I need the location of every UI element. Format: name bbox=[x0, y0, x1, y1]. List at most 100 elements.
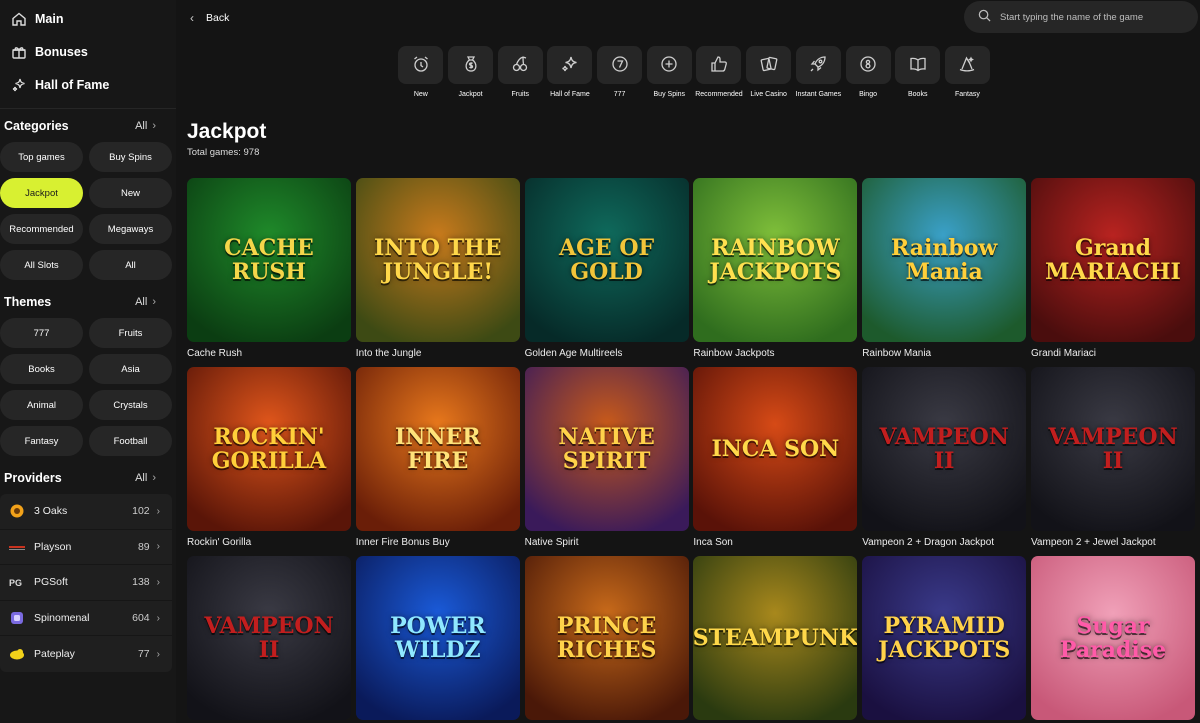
game-thumbnail[interactable]: ROCKIN' GORILLA bbox=[187, 367, 351, 531]
nav-bonuses-label: Bonuses bbox=[35, 44, 88, 59]
categories-all-link[interactable]: All › bbox=[135, 120, 156, 132]
game-card[interactable]: CACHE RUSH Cache Rush bbox=[187, 178, 351, 359]
book-icon bbox=[908, 54, 928, 77]
game-thumbnail[interactable]: INCA SON bbox=[693, 367, 858, 531]
sidebar: Main Bonuses Hall of Fame Categories All… bbox=[0, 0, 176, 723]
game-card[interactable]: INNER FIRE Inner Fire Bonus Buy bbox=[355, 367, 520, 548]
tab-fruits[interactable]: Fruits bbox=[495, 46, 545, 100]
game-thumbnail[interactable]: Rainbow Mania bbox=[862, 178, 1027, 342]
game-card[interactable]: Sugar Paradise bbox=[1031, 556, 1195, 720]
game-card[interactable]: VAMPEON II bbox=[187, 556, 351, 720]
main-nav: Main Bonuses Hall of Fame bbox=[0, 0, 176, 101]
provider-name: Pateplay bbox=[34, 648, 75, 661]
chip-megaways[interactable]: Megaways bbox=[89, 214, 172, 244]
tab-fantasy-label: Fantasy bbox=[954, 91, 980, 98]
nav-bonuses[interactable]: Bonuses bbox=[0, 35, 176, 68]
game-thumbnail[interactable]: VAMPEON II bbox=[862, 367, 1027, 531]
game-card[interactable]: Grand MARIACHI Grandi Mariaci bbox=[1031, 178, 1195, 359]
game-thumbnail[interactable]: PRINCE RICHES bbox=[524, 556, 689, 720]
game-thumbnail[interactable]: INTO THE JUNGLE! bbox=[355, 178, 520, 342]
tab-bingo[interactable]: Bingo bbox=[843, 46, 893, 100]
game-card[interactable]: INCA SON Inca Son bbox=[693, 367, 858, 548]
providers-all-link[interactable]: All › bbox=[135, 472, 156, 484]
game-card[interactable]: RAINBOW JACKPOTS Rainbow Jackpots bbox=[693, 178, 858, 359]
category-strip: New Jackpot Fruits Hall of Fame 777 Buy … bbox=[396, 46, 992, 100]
provider-playson[interactable]: Playson 89 › bbox=[0, 530, 172, 566]
game-card[interactable]: NATIVE SPIRIT Native Spirit bbox=[524, 367, 689, 548]
themes-all-link[interactable]: All › bbox=[135, 296, 156, 308]
provider-spinomenal[interactable]: Spinomenal 604 › bbox=[0, 601, 172, 637]
game-card[interactable]: ROCKIN' GORILLA Rockin' Gorilla bbox=[187, 367, 351, 548]
game-thumbnail[interactable]: Grand MARIACHI bbox=[1031, 178, 1195, 342]
tab-new[interactable]: New bbox=[396, 46, 446, 100]
game-card[interactable]: POWER WILDZ bbox=[355, 556, 520, 720]
game-card[interactable]: Rainbow Mania Rainbow Mania bbox=[862, 178, 1027, 359]
tab-777[interactable]: 777 bbox=[595, 46, 645, 100]
game-card[interactable]: INTO THE JUNGLE! Into the Jungle bbox=[355, 178, 520, 359]
game-card[interactable]: PYRAMID JACKPOTS bbox=[862, 556, 1027, 720]
chip-recommended[interactable]: Recommended bbox=[0, 214, 83, 244]
game-thumbnail[interactable]: VAMPEON II bbox=[1031, 367, 1195, 531]
chip-new[interactable]: New bbox=[89, 178, 172, 208]
tab-jackpot-label: Jackpot bbox=[458, 91, 483, 98]
chip-crystals[interactable]: Crystals bbox=[89, 390, 172, 420]
game-title: Rainbow Jackpots bbox=[693, 348, 775, 359]
chip-buy-spins[interactable]: Buy Spins bbox=[89, 142, 172, 172]
provider-pgsoft[interactable]: PG PGSoft 138 › bbox=[0, 565, 172, 601]
game-thumbnail[interactable]: PYRAMID JACKPOTS bbox=[862, 556, 1027, 720]
tab-recommended[interactable]: Recommended bbox=[694, 46, 744, 100]
tab-jackpot[interactable]: Jackpot bbox=[446, 46, 496, 100]
game-thumbnail[interactable]: POWER WILDZ bbox=[355, 556, 520, 720]
chip-asia[interactable]: Asia bbox=[89, 354, 172, 384]
game-card[interactable]: VAMPEON II Vampeon 2 + Dragon Jackpot bbox=[862, 367, 1027, 548]
game-card[interactable]: VAMPEON II Vampeon 2 + Jewel Jackpot bbox=[1031, 367, 1195, 548]
chip-top-games[interactable]: Top games bbox=[0, 142, 83, 172]
nav-hall-of-fame[interactable]: Hall of Fame bbox=[0, 68, 176, 101]
tab-777-box bbox=[597, 46, 643, 84]
themes-all-label: All bbox=[135, 296, 148, 308]
tab-fruits-label: Fruits bbox=[511, 91, 529, 98]
game-card[interactable]: AGE OF GOLD Golden Age Multireels bbox=[524, 178, 689, 359]
chip-all-slots[interactable]: All Slots bbox=[0, 250, 83, 280]
sparkle-icon bbox=[560, 54, 580, 77]
chip-777[interactable]: 777 bbox=[0, 318, 83, 348]
chip-fantasy[interactable]: Fantasy bbox=[0, 426, 83, 456]
game-thumbnail[interactable]: Sugar Paradise bbox=[1031, 556, 1195, 720]
tab-books[interactable]: Books bbox=[893, 46, 943, 100]
game-card[interactable]: PRINCE RICHES bbox=[524, 556, 689, 720]
provider-pateplay[interactable]: Pateplay 77 › bbox=[0, 636, 172, 672]
chip-fruits[interactable]: Fruits bbox=[89, 318, 172, 348]
nav-main[interactable]: Main bbox=[0, 2, 176, 35]
tab-live-casino[interactable]: Live Casino bbox=[744, 46, 794, 100]
search-input[interactable] bbox=[1000, 11, 1180, 23]
tab-books-label: Books bbox=[907, 91, 928, 98]
tab-buy-spins[interactable]: Buy Spins bbox=[644, 46, 694, 100]
chip-all[interactable]: All bbox=[89, 250, 172, 280]
game-thumbnail[interactable]: INNER FIRE bbox=[355, 367, 520, 531]
game-logo-text: VAMPEON II bbox=[1048, 424, 1178, 474]
game-thumbnail[interactable]: CACHE RUSH bbox=[187, 178, 351, 342]
tab-hall-of-fame[interactable]: Hall of Fame bbox=[545, 46, 595, 100]
tab-fantasy[interactable]: Fantasy bbox=[943, 46, 993, 100]
playson-logo-icon bbox=[8, 540, 26, 554]
tab-recommended-label: Recommended bbox=[695, 91, 743, 98]
search-bar[interactable] bbox=[964, 1, 1198, 33]
game-thumbnail[interactable]: RAINBOW JACKPOTS bbox=[693, 178, 858, 342]
provider-name: Playson bbox=[34, 540, 72, 553]
back-button[interactable]: ‹ Back bbox=[190, 9, 229, 27]
provider-3-oaks[interactable]: 3 Oaks 102 › bbox=[0, 494, 172, 530]
game-logo-text: Sugar Paradise bbox=[1059, 613, 1167, 663]
game-thumbnail[interactable]: VAMPEON II bbox=[187, 556, 351, 720]
game-thumbnail[interactable]: NATIVE SPIRIT bbox=[524, 367, 689, 531]
chip-books[interactable]: Books bbox=[0, 354, 83, 384]
game-card[interactable]: STEAMPUNK bbox=[693, 556, 858, 720]
game-thumbnail[interactable]: STEAMPUNK bbox=[693, 556, 858, 720]
tab-bingo-label: Bingo bbox=[859, 91, 877, 98]
tab-hall-of-fame-box bbox=[547, 46, 593, 84]
game-thumbnail[interactable]: AGE OF GOLD bbox=[524, 178, 689, 342]
chip-jackpot[interactable]: Jackpot bbox=[0, 178, 83, 208]
tab-instant-games[interactable]: Instant Games bbox=[794, 46, 844, 100]
chip-animal[interactable]: Animal bbox=[0, 390, 83, 420]
sparkle-icon bbox=[11, 77, 27, 93]
chip-football[interactable]: Football bbox=[89, 426, 172, 456]
